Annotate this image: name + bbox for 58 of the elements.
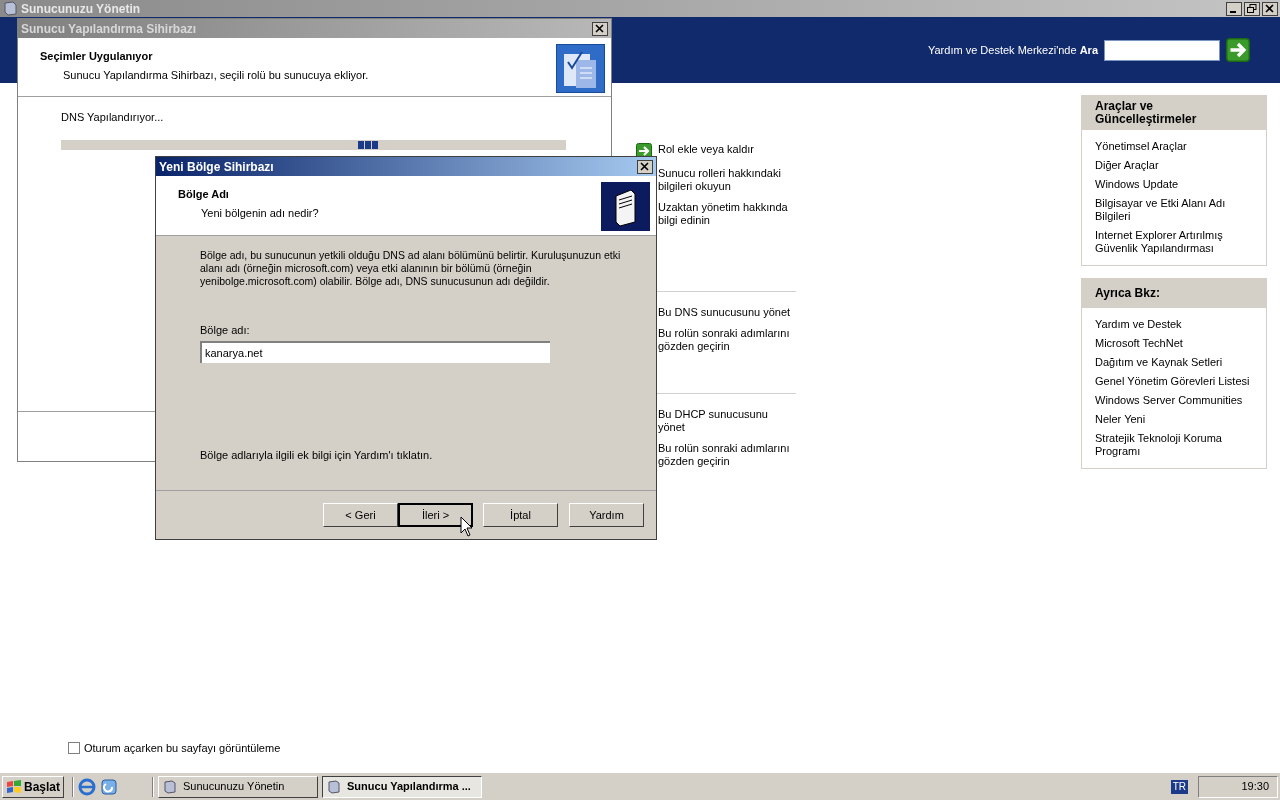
panel-heading: Ayrıca Bkz: <box>1082 279 1266 308</box>
search-field[interactable] <box>1104 39 1220 61</box>
checklist-icon <box>556 44 605 93</box>
taskbar-button[interactable]: Sunucunuzu Yönetin <box>158 775 319 798</box>
field-label: Bölge adı: <box>200 323 251 338</box>
window-title: Sunucu Yapılandırma Sihirbazı <box>21 20 197 38</box>
start-button[interactable]: Başlat <box>2 775 65 798</box>
checkbox[interactable] <box>68 741 80 754</box>
status-text: DNS Yapılandırıyor... <box>61 110 165 125</box>
link[interactable]: Bilgisayar ve Etki Alanı Adı Bilgileri <box>1095 197 1253 223</box>
link[interactable]: Rol ekle veya kaldır <box>658 143 796 156</box>
checkbox-label[interactable]: Oturum açarken bu sayfayı görüntüleme <box>0 739 281 772</box>
link[interactable]: Genel Yönetim Görevleri Listesi <box>1095 375 1253 388</box>
clock: 19:30 <box>1241 779 1269 795</box>
wizard-subheading: Sunucu Yapılandırma Sihirbazı, seçili rolü bu sunucuya ekliyor. <box>62 67 369 83</box>
link[interactable]: Sunucu rolleri hakkındaki bilgileri okuyun <box>658 167 796 193</box>
cursor-icon <box>460 516 474 538</box>
server-tower-icon <box>601 182 650 231</box>
wizard-button[interactable]: İleri > <box>398 503 473 527</box>
link[interactable]: Stratejik Teknoloji Koruma Programı <box>1095 432 1253 458</box>
link[interactable]: Internet Explorer Artırılmış Güvenlik Yapılandırması <box>1095 229 1253 255</box>
link[interactable]: Bu DNS sunucusunu yönet <box>658 306 796 319</box>
description-text: Bölge adı, bu sunucunun yetkili olduğu DNS ad alanı bölümünü belirtir. Kuruluşunuzun etki alanı adı (örneğin microsoft.com) veya etki alanının bir bölümü (örneğin yenibolge.microsoft.com) olabilir. Bölge adı, DNS sunucusunun adı değildir. <box>200 249 622 288</box>
taskbar-button[interactable]: Sunucu Yapılandırma ... <box>322 775 483 798</box>
close-icon[interactable] <box>592 21 608 36</box>
wizard-button[interactable]: < Geri <box>323 503 398 527</box>
language-indicator[interactable]: TR <box>1170 779 1188 794</box>
link[interactable]: Windows Update <box>1095 178 1253 191</box>
link[interactable]: Microsoft TechNet <box>1095 337 1253 350</box>
wizard-button[interactable]: İptal <box>483 503 558 527</box>
panel-heading: Araçlar ve Güncelleştirmeler <box>1082 96 1266 130</box>
wizard-heading: Seçimler Uygulanıyor <box>40 49 154 64</box>
link[interactable]: Uzaktan yönetim hakkında bilgi edinin <box>658 201 796 227</box>
zone-name-field[interactable]: kanarya.net <box>200 340 550 363</box>
close-icon[interactable] <box>1262 1 1278 16</box>
link[interactable]: Bu rolün sonraki adımlarını gözden geçirin <box>658 442 796 468</box>
link[interactable]: Windows Server Communities <box>1095 394 1253 407</box>
minimize-icon[interactable] <box>1226 1 1242 16</box>
wizard-button[interactable]: Yardım <box>569 503 644 527</box>
search-label: Yardım ve Destek Merkezi'nde Ara <box>927 42 1098 58</box>
wizard-heading: Bölge Adı <box>178 187 230 202</box>
window-title: Sunucunuzu Yönetin <box>21 0 142 18</box>
link[interactable]: Yönetimsel Araçlar <box>1095 140 1253 153</box>
close-icon[interactable] <box>637 159 653 174</box>
link[interactable]: Bu rolün sonraki adımlarını gözden geçirin <box>658 327 796 353</box>
flag-icon <box>6 779 22 794</box>
link[interactable]: Dağıtım ve Kaynak Setleri <box>1095 356 1253 369</box>
window-app-icon[interactable] <box>100 777 119 796</box>
browser-icon[interactable] <box>78 777 97 796</box>
link[interactable]: Diğer Araçlar <box>1095 159 1253 172</box>
window-title: Yeni Bölge Sihirbazı <box>159 158 274 176</box>
checkbox-text: Oturum açarken bu sayfayı görüntüleme <box>84 740 281 756</box>
restore-icon[interactable] <box>1244 1 1260 16</box>
link[interactable]: Bu DHCP sunucusunu yönet <box>658 408 796 434</box>
wizard-subheading: Yeni bölgenin adı nedir? <box>200 205 319 221</box>
help-text: Bölge adlarıyla ilgili ek bilgi için Yardım'ı tıklatın. <box>200 447 434 463</box>
link[interactable]: Yardım ve Destek <box>1095 318 1253 331</box>
link[interactable]: Neler Yeni <box>1095 413 1253 426</box>
